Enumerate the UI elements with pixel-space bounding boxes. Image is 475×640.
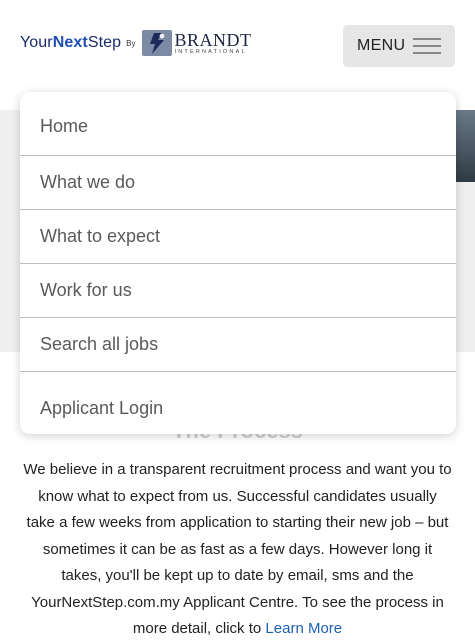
menu-item-what-to-expect[interactable]: What to expect <box>20 210 456 264</box>
navigation-dropdown: Home What we do What to expect Work for … <box>20 92 456 434</box>
menu-item-home[interactable]: Home <box>20 92 456 156</box>
menu-item-search-all-jobs[interactable]: Search all jobs <box>20 318 456 372</box>
hamburger-icon <box>413 38 441 54</box>
process-paragraph: We believe in a transparent recruitment … <box>23 461 452 637</box>
logo-wordmark: YourNextStep <box>20 34 122 51</box>
menu-item-work-for-us[interactable]: Work for us <box>20 264 456 318</box>
menu-button-label: MENU <box>357 37 406 54</box>
learn-more-link[interactable]: Learn More <box>265 620 342 637</box>
menu-item-applicant-login[interactable]: Applicant Login <box>20 372 456 434</box>
brandt-wordmark: BRANDT INTERNATIONAL <box>174 29 252 55</box>
menu-item-what-we-do[interactable]: What we do <box>20 156 456 210</box>
site-header: YourNextStep By BRANDT INTERNATIONAL MEN… <box>0 0 475 92</box>
brandt-logo-icon <box>141 30 172 56</box>
logo-by-label: By <box>126 38 136 48</box>
menu-button[interactable]: MENU <box>343 25 455 67</box>
hero-image <box>455 110 475 182</box>
site-logo[interactable]: YourNextStep By BRANDT INTERNATIONAL <box>20 28 252 58</box>
